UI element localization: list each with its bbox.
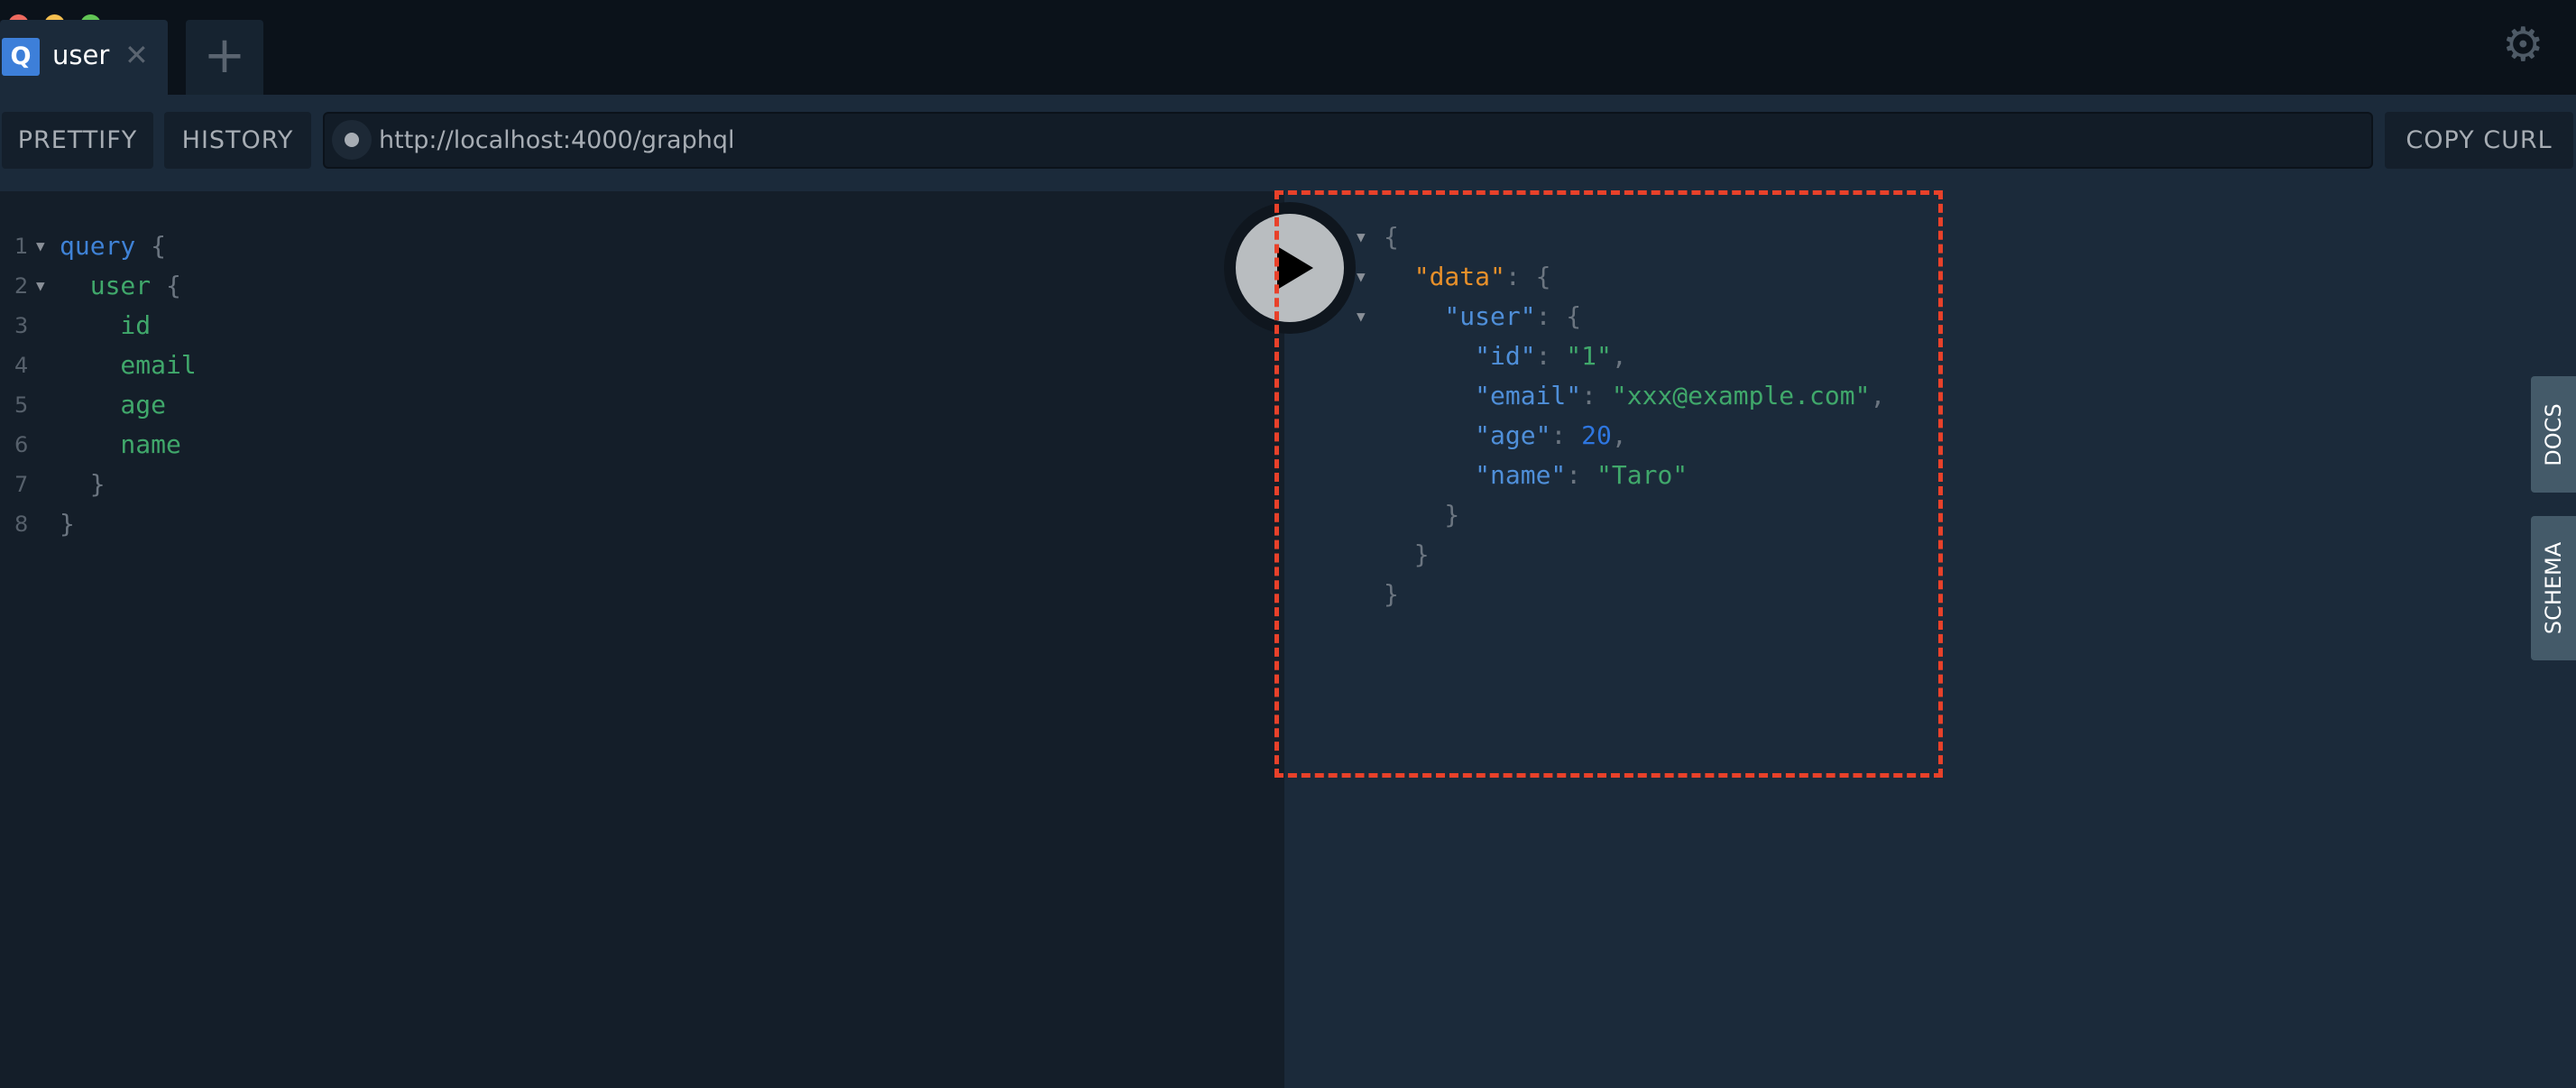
code-token: age — [60, 390, 167, 420]
status-dot-icon — [332, 120, 372, 160]
code-token: { — [135, 231, 167, 261]
gear-icon[interactable]: ⚙ — [2502, 18, 2544, 72]
code-token: user — [60, 271, 152, 300]
endpoint-url: http://localhost:4000/graphql — [379, 126, 735, 154]
code-line: } — [60, 504, 75, 544]
code-token: query — [60, 231, 136, 261]
code-line: query { — [60, 226, 166, 266]
docs-tab[interactable]: DOCS — [2531, 376, 2576, 493]
docs-label: DOCS — [2541, 402, 2566, 466]
tab-bar: Q user ✕ + ⚙ — [0, 0, 2576, 95]
fold-arrow-icon[interactable]: ▼ — [36, 226, 45, 266]
endpoint-url-input[interactable]: http://localhost:4000/graphql — [323, 112, 2373, 169]
line-number: 5 — [14, 392, 29, 418]
history-button[interactable]: HISTORY — [164, 112, 311, 169]
code-token: { — [151, 271, 181, 300]
code-line: age — [60, 385, 166, 425]
code-line: email — [60, 346, 197, 385]
prettify-button[interactable]: PRETTIFY — [2, 112, 153, 169]
new-tab-button[interactable]: + — [186, 20, 263, 95]
code-line: } — [60, 465, 106, 504]
highlight-box — [1274, 190, 1943, 778]
tab-label: user — [52, 40, 110, 70]
code-token: id — [60, 310, 152, 340]
line-number: 8 — [14, 512, 29, 537]
line-number: 3 — [14, 313, 29, 338]
code-token: name — [60, 429, 181, 459]
line-number: 7 — [14, 472, 29, 497]
code-token: } — [60, 469, 106, 499]
close-tab-icon[interactable]: ✕ — [124, 38, 149, 72]
line-number: 6 — [14, 432, 29, 457]
schema-tab[interactable]: SCHEMA — [2531, 516, 2576, 660]
code-line: id — [60, 306, 151, 346]
fold-arrow-icon[interactable]: ▼ — [36, 266, 45, 306]
line-number: 4 — [14, 353, 29, 378]
query-badge-icon: Q — [2, 38, 40, 76]
code-line: user { — [60, 266, 181, 306]
tab-user[interactable]: Q user ✕ — [0, 20, 168, 95]
line-number: 2 — [14, 273, 29, 299]
line-number: 1 — [14, 234, 29, 259]
code-line: name — [60, 425, 181, 465]
toolbar: PRETTIFY HISTORY http://localhost:4000/g… — [0, 95, 2576, 191]
schema-label: SCHEMA — [2541, 541, 2566, 635]
query-editor[interactable]: 1 ▼ query {2 ▼ user {3 id 4 email 5 age 6 name… — [0, 191, 1284, 1088]
code-token: } — [60, 509, 75, 539]
copy-curl-button[interactable]: COPY CURL — [2385, 112, 2573, 169]
code-token: email — [60, 350, 197, 380]
